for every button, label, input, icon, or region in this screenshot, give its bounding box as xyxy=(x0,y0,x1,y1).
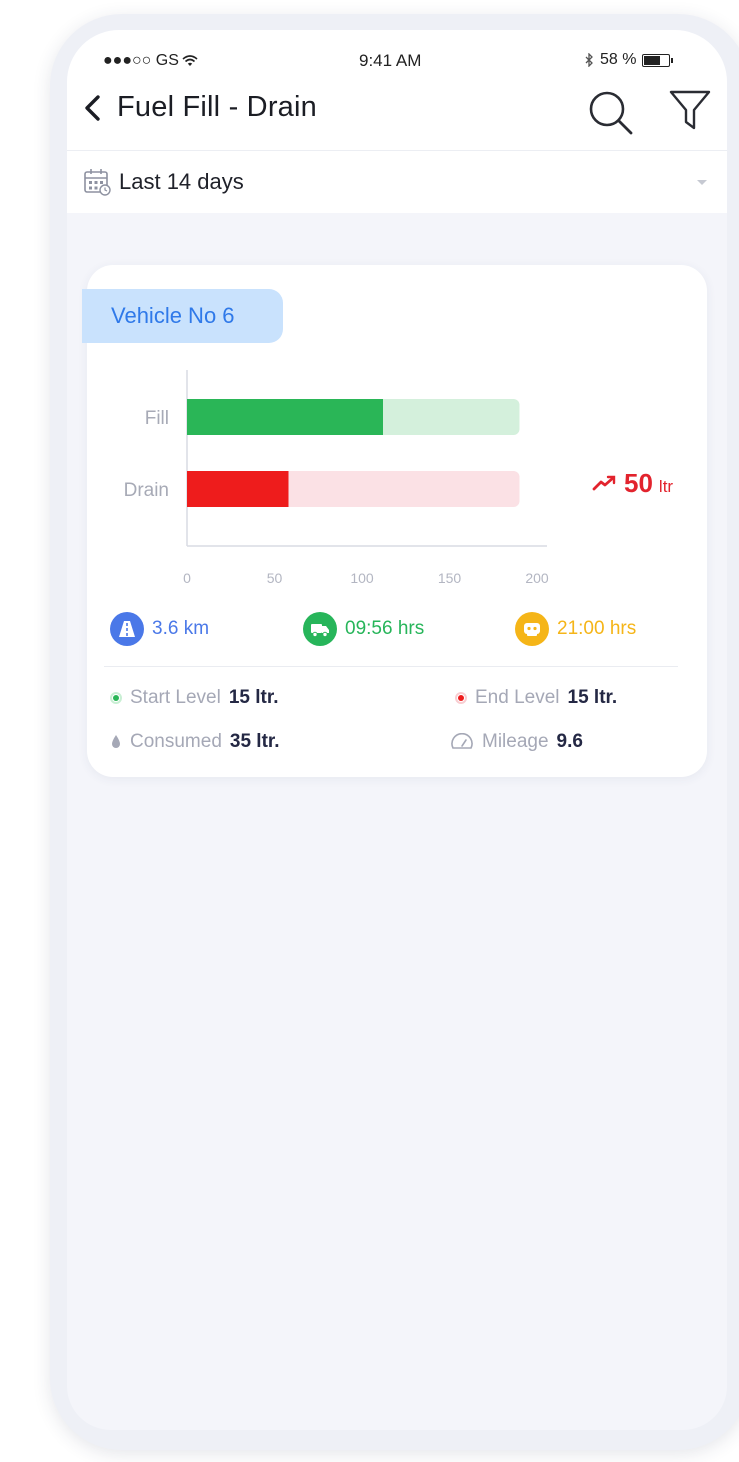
bar-fill xyxy=(187,399,383,435)
filter-icon[interactable] xyxy=(667,86,713,136)
back-arrow-icon[interactable] xyxy=(81,90,103,126)
trend-unit: ltr xyxy=(658,477,674,496)
mileage-value: 9.6 xyxy=(556,731,583,752)
battery-percent: 58 % xyxy=(600,51,637,68)
page-title: Fuel Fill - Drain xyxy=(117,91,317,123)
carrier-text: ●●●○○ GS xyxy=(103,52,179,69)
battery-icon xyxy=(642,53,674,67)
bluetooth-icon xyxy=(585,53,593,67)
road-icon xyxy=(110,612,144,646)
app-screen: ●●●○○ GS 9:41 AM 58 % Fuel Fill - Drain xyxy=(67,30,727,1430)
fill-drain-chart: Fill Drain 0 50 100 150 200 xyxy=(124,370,549,586)
distance-value: 3.6 km xyxy=(152,618,210,639)
truck-icon xyxy=(303,612,337,646)
vehicle-badge: Vehicle No 6 xyxy=(82,289,283,343)
x-tick-label-100: 100 xyxy=(350,570,374,586)
red-dot-icon xyxy=(455,692,467,704)
mileage-label: Mileage xyxy=(482,731,549,752)
date-range-selector[interactable]: Last 14 days xyxy=(67,151,727,213)
status-right: 58 % xyxy=(585,51,674,69)
x-tick-label-200: 200 xyxy=(525,570,549,586)
status-time: 9:41 AM xyxy=(359,51,422,70)
trend-value: 50 xyxy=(624,468,653,498)
x-tick-label-150: 150 xyxy=(438,570,462,586)
wifi-icon xyxy=(182,55,198,66)
running-time-value: 09:56 hrs xyxy=(345,618,425,639)
idle-time-metric: 21:00 hrs xyxy=(515,612,636,646)
idle-icon xyxy=(515,612,549,646)
card-divider xyxy=(104,666,678,667)
nav-bar: Fuel Fill - Drain xyxy=(67,82,727,150)
x-tick-label-50: 50 xyxy=(267,570,283,586)
bar-drain xyxy=(187,471,289,507)
x-tick-label-0: 0 xyxy=(183,570,191,586)
start-level-stat: Start Level 15 ltr. xyxy=(110,686,278,710)
end-level-value: 15 ltr. xyxy=(567,687,618,708)
end-level-label: End Level xyxy=(475,687,560,708)
mileage-stat: Mileage 9.6 xyxy=(450,730,583,754)
consumed-value: 35 ltr. xyxy=(229,731,280,752)
consumed-stat: Consumed 35 ltr. xyxy=(110,730,280,754)
trend-indicator: 50 ltr xyxy=(592,468,673,499)
running-time-metric: 09:56 hrs xyxy=(303,612,424,646)
drop-icon xyxy=(112,735,120,748)
end-level-stat: End Level 15 ltr. xyxy=(455,686,617,710)
search-icon[interactable] xyxy=(585,86,637,138)
green-dot-icon xyxy=(110,692,122,704)
speedometer-icon xyxy=(451,733,473,749)
distance-metric: 3.6 km xyxy=(110,612,209,646)
date-range-text: Last 14 days xyxy=(119,169,244,194)
status-bar: ●●●○○ GS 9:41 AM 58 % xyxy=(67,30,727,82)
category-label-fill: Fill xyxy=(145,408,169,429)
vehicle-name: Vehicle No 6 xyxy=(111,303,235,328)
status-carrier: ●●●○○ GS xyxy=(103,52,198,70)
start-level-value: 15 ltr. xyxy=(228,687,279,708)
trend-up-icon xyxy=(592,475,616,491)
chevron-down-icon xyxy=(697,180,707,185)
calendar-icon xyxy=(84,169,111,196)
category-label-drain: Drain xyxy=(124,480,169,501)
idle-time-value: 21:00 hrs xyxy=(557,618,637,639)
consumed-label: Consumed xyxy=(130,731,222,752)
start-level-label: Start Level xyxy=(130,687,221,708)
